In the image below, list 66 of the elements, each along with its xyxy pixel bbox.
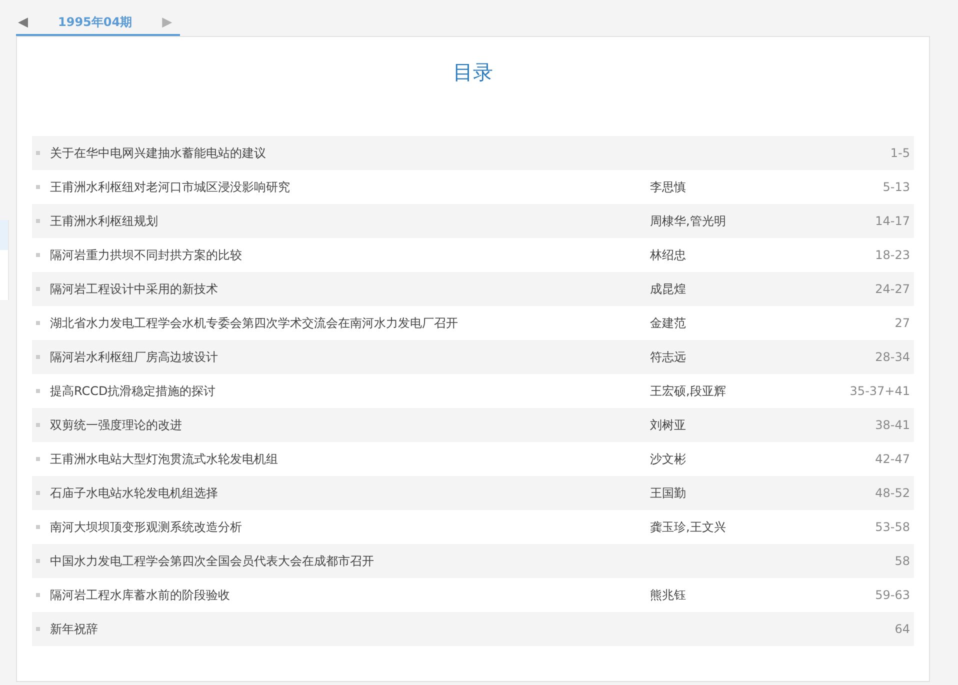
bullet-icon	[36, 151, 40, 155]
article-title[interactable]: 双剪统一强度理论的改进	[50, 416, 650, 434]
article-author: 符志远	[650, 348, 687, 366]
article-title[interactable]: 王甫洲水电站大型灯泡贯流式水轮发电机组	[50, 450, 650, 468]
page-range: 64	[894, 622, 910, 636]
article-title[interactable]: 南河大坝坝顶变形观测系统改造分析	[50, 518, 650, 536]
article-author: 林绍忠	[650, 246, 687, 264]
article-title[interactable]: 石庙子水电站水轮发电机组选择	[50, 484, 650, 502]
bullet-icon	[36, 627, 40, 631]
toc-title: 目录	[453, 59, 493, 86]
article-author: 李思慎	[650, 178, 687, 196]
page-range: 27	[894, 316, 910, 330]
article-title[interactable]: 隔河岩工程水库蓄水前的阶段验收	[50, 586, 650, 604]
article-author: 周棣华,管光明	[650, 212, 727, 230]
page-range: 59-63	[875, 588, 910, 602]
bullet-icon	[36, 593, 40, 597]
toc-row[interactable]: 关于在华中电网兴建抽水蓄能电站的建议 1-5	[32, 136, 914, 170]
page-range: 35-37+41	[850, 384, 910, 398]
page-range: 48-52	[875, 486, 910, 500]
article-title[interactable]: 王甫洲水利枢纽规划	[50, 212, 650, 230]
article-author: 沙文彬	[650, 450, 687, 468]
bullet-icon	[36, 491, 40, 495]
bullet-icon	[36, 253, 40, 257]
article-author: 成昆煌	[650, 280, 687, 298]
toc-row[interactable]: 石庙子水电站水轮发电机组选择 王国勤 48-52	[32, 476, 914, 510]
bullet-icon	[36, 559, 40, 563]
toc-row[interactable]: 隔河岩工程设计中采用的新技术 成昆煌 24-27	[32, 272, 914, 306]
page-range: 58	[894, 554, 910, 568]
page-range: 18-23	[875, 248, 910, 262]
page-range: 1-5	[890, 146, 910, 160]
article-author: 金建范	[650, 314, 687, 332]
bullet-icon	[36, 287, 40, 291]
toc-row[interactable]: 双剪统一强度理论的改进 刘树亚 38-41	[32, 408, 914, 442]
page-range: 5-13	[882, 180, 910, 194]
toc-row[interactable]: 新年祝辞 64	[32, 612, 914, 646]
bullet-icon	[36, 355, 40, 359]
article-author: 王国勤	[650, 484, 687, 502]
bullet-icon	[36, 321, 40, 325]
toc-row[interactable]: 中国水力发电工程学会第四次全国会员代表大会在成都市召开 58	[32, 544, 914, 578]
bullet-icon	[36, 389, 40, 393]
article-title[interactable]: 湖北省水力发电工程学会水机专委会第四次学术交流会在南河水力发电厂召开	[50, 314, 650, 332]
toc-row[interactable]: 隔河岩水利枢纽厂房高边坡设计 符志远 28-34	[32, 340, 914, 374]
page-range: 53-58	[875, 520, 910, 534]
article-author: 王宏硕,段亚辉	[650, 382, 727, 400]
bullet-icon	[36, 457, 40, 461]
article-title[interactable]: 新年祝辞	[50, 620, 650, 638]
article-title[interactable]: 隔河岩工程设计中采用的新技术	[50, 280, 650, 298]
article-author: 熊兆钰	[650, 586, 687, 604]
page-range: 42-47	[875, 452, 910, 466]
page-range: 38-41	[875, 418, 910, 432]
bullet-icon	[36, 219, 40, 223]
article-title[interactable]: 王甫洲水利枢纽对老河口市城区浸没影响研究	[50, 178, 650, 196]
page-range: 14-17	[875, 214, 910, 228]
article-title[interactable]: 隔河岩重力拱坝不同封拱方案的比较	[50, 246, 650, 264]
bullet-icon	[36, 525, 40, 529]
article-title[interactable]: 提高RCCD抗滑稳定措施的探讨	[50, 382, 650, 400]
article-title[interactable]: 隔河岩水利枢纽厂房高边坡设计	[50, 348, 650, 366]
page-range: 28-34	[875, 350, 910, 364]
article-title[interactable]: 中国水力发电工程学会第四次全国会员代表大会在成都市召开	[50, 552, 650, 570]
bullet-icon	[36, 185, 40, 189]
article-title[interactable]: 关于在华中电网兴建抽水蓄能电站的建议	[50, 144, 650, 162]
article-author: 龚玉珍,王文兴	[650, 518, 727, 536]
toc-row[interactable]: 王甫洲水利枢纽规划 周棣华,管光明 14-17	[32, 204, 914, 238]
page-range: 24-27	[875, 282, 910, 296]
article-author: 刘树亚	[650, 416, 687, 434]
bullet-icon	[36, 423, 40, 427]
